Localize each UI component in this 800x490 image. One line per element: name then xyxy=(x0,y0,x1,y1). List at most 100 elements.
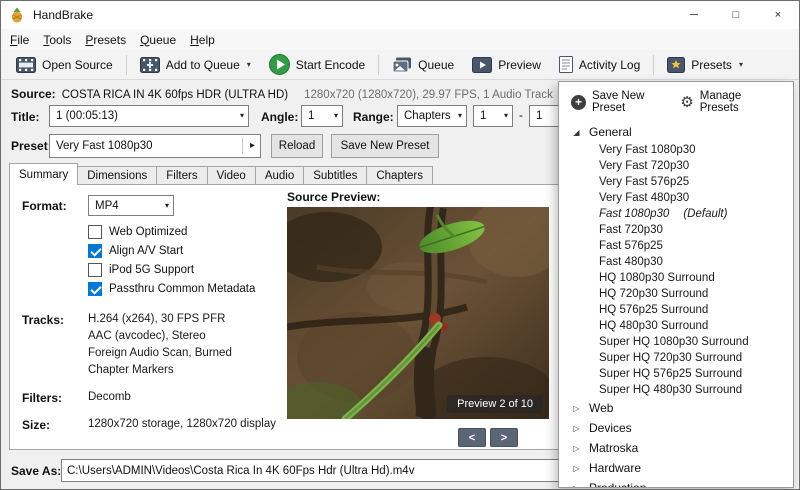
angle-select[interactable]: 1 ▾ xyxy=(301,105,343,127)
preset-item[interactable]: Super HQ 480p30 Surround xyxy=(559,382,793,398)
start-encode-button[interactable]: Start Encode xyxy=(260,51,374,78)
save-as-label: Save As: xyxy=(11,464,61,478)
tree-collapsed-icon: ▷ xyxy=(571,424,582,433)
preset-group-web[interactable]: ▷ Web xyxy=(559,398,793,418)
menu-tools[interactable]: Tools xyxy=(36,31,78,49)
preview-prev-button[interactable]: < xyxy=(458,428,486,447)
preset-item[interactable]: Very Fast 576p25 xyxy=(559,174,793,190)
tree-collapsed-icon: ▷ xyxy=(571,484,582,488)
save-new-preset-button[interactable]: Save New Preset xyxy=(331,134,439,158)
reload-button[interactable]: Reload xyxy=(271,134,323,158)
source-label: Source: xyxy=(11,87,56,101)
preset-label: Preset: xyxy=(11,139,52,153)
preset-item[interactable]: Fast 720p30 xyxy=(559,222,793,238)
preset-select[interactable]: Very Fast 1080p30 ▸ xyxy=(49,134,261,158)
source-details: 1280x720 (1280x720), 29.97 FPS, 1 Audio … xyxy=(304,89,553,101)
activity-log-button[interactable]: Activity Log xyxy=(550,53,649,76)
titlebar: HandBrake ─ □ × xyxy=(1,1,799,29)
preset-item[interactable]: Very Fast 480p30 xyxy=(559,190,793,206)
preset-item[interactable]: HQ 1080p30 Surround xyxy=(559,270,793,286)
presets-button[interactable]: Presets ▾ xyxy=(658,54,752,76)
preset-group-general[interactable]: ◢ General xyxy=(559,122,793,142)
close-button[interactable]: × xyxy=(757,1,799,29)
tab-audio[interactable]: Audio xyxy=(255,166,304,185)
checkbox-box[interactable] xyxy=(88,263,102,277)
tracks-label: Tracks: xyxy=(22,313,64,327)
tab-subtitles[interactable]: Subtitles xyxy=(303,166,367,185)
source-preview-label: Source Preview: xyxy=(287,190,380,204)
size-label: Size: xyxy=(22,418,50,432)
gear-icon: ⚙ xyxy=(680,95,693,110)
minimize-button[interactable]: ─ xyxy=(673,1,715,29)
tree-expanded-icon: ◢ xyxy=(571,128,582,137)
preset-item[interactable]: Super HQ 576p25 Surround xyxy=(559,366,793,382)
save-new-preset-action[interactable]: + Save New Preset xyxy=(571,90,680,114)
preset-group-devices[interactable]: ▷ Devices xyxy=(559,418,793,438)
range-type-select[interactable]: Chapters ▾ xyxy=(397,105,467,127)
checkbox-ipod-5g-support[interactable]: iPod 5G Support xyxy=(88,263,194,277)
presets-panel: + Save New Preset ⚙ Manage Presets ◢ Gen… xyxy=(558,81,794,488)
preset-item[interactable]: HQ 480p30 Surround xyxy=(559,318,793,334)
preset-item[interactable]: HQ 720p30 Surround xyxy=(559,286,793,302)
tab-summary[interactable]: Summary xyxy=(9,163,78,185)
preset-item[interactable]: HQ 576p25 Surround xyxy=(559,302,793,318)
checkbox-align-av-start[interactable]: Align A/V Start xyxy=(88,244,183,258)
checkbox-box[interactable] xyxy=(88,225,102,239)
add-to-queue-button[interactable]: Add to Queue ▾ xyxy=(131,54,260,76)
preset-item[interactable]: Fast 480p30 xyxy=(559,254,793,270)
queue-icon xyxy=(392,57,412,73)
tab-video[interactable]: Video xyxy=(207,166,256,185)
preset-item[interactable]: Fast 576p25 xyxy=(559,238,793,254)
source-name: COSTA RICA IN 4K 60fps HDR (ULTRA HD) xyxy=(62,89,288,101)
open-source-button[interactable]: Open Source xyxy=(7,54,122,76)
checkbox-web-optimized[interactable]: Web Optimized xyxy=(88,225,187,239)
preset-tree: ◢ General Very Fast 1080p30 Very Fast 72… xyxy=(559,122,793,487)
preview-nature-scene xyxy=(287,207,549,419)
queue-button[interactable]: Queue xyxy=(383,54,463,76)
preset-item[interactable]: Very Fast 720p30 xyxy=(559,158,793,174)
toolbar-separator xyxy=(653,55,654,75)
preview-next-button[interactable]: > xyxy=(490,428,518,447)
tab-chapters[interactable]: Chapters xyxy=(366,166,433,185)
preview-button[interactable]: Preview xyxy=(463,54,550,76)
preset-arrow-icon: ▸ xyxy=(250,140,255,151)
preset-item[interactable]: Very Fast 1080p30 xyxy=(559,142,793,158)
tab-dimensions[interactable]: Dimensions xyxy=(77,166,157,185)
tab-filters[interactable]: Filters xyxy=(156,166,207,185)
tab-bar: Summary Dimensions Filters Video Audio S… xyxy=(9,163,432,185)
preset-group-hardware[interactable]: ▷ Hardware xyxy=(559,458,793,478)
tree-collapsed-icon: ▷ xyxy=(571,404,582,413)
checkbox-box[interactable] xyxy=(88,244,102,258)
range-dash: - xyxy=(519,110,523,122)
menu-presets[interactable]: Presets xyxy=(78,31,133,49)
format-select[interactable]: MP4 ▾ xyxy=(88,195,174,216)
chevron-down-icon: ▾ xyxy=(504,111,508,120)
checkbox-passthru-common-metadata[interactable]: Passthru Common Metadata xyxy=(88,282,255,296)
title-select[interactable]: 1 (00:05:13) ▾ xyxy=(49,105,249,127)
range-from-select[interactable]: 1 ▾ xyxy=(473,105,513,127)
preset-item[interactable]: Super HQ 720p30 Surround xyxy=(559,350,793,366)
manage-presets-action[interactable]: ⚙ Manage Presets xyxy=(680,90,783,114)
toolbar-separator xyxy=(378,55,379,75)
toolbar: Open Source Add to Queue ▾ Start Encode xyxy=(1,50,799,80)
preset-item-default[interactable]: Fast 1080p30 (Default) xyxy=(559,206,793,222)
track-line: AAC (avcodec), Stereo xyxy=(88,330,206,342)
chevron-down-icon: ▾ xyxy=(240,111,244,120)
chevron-down-icon: ▾ xyxy=(165,201,169,210)
menu-file[interactable]: File xyxy=(3,31,36,49)
toolbar-separator xyxy=(126,55,127,75)
preset-group-production[interactable]: ▷ Production xyxy=(559,478,793,487)
menubar: File Tools Presets Queue Help xyxy=(1,29,799,50)
title-label: Title: xyxy=(11,110,39,124)
maximize-button[interactable]: □ xyxy=(715,1,757,29)
checkbox-box[interactable] xyxy=(88,282,102,296)
track-line: Chapter Markers xyxy=(88,364,174,376)
chevron-down-icon: ▾ xyxy=(458,111,462,120)
preset-group-matroska[interactable]: ▷ Matroska xyxy=(559,438,793,458)
filters-label: Filters: xyxy=(22,391,62,405)
preset-item[interactable]: Super HQ 1080p30 Surround xyxy=(559,334,793,350)
menu-help[interactable]: Help xyxy=(183,31,222,49)
menu-queue[interactable]: Queue xyxy=(133,31,183,49)
range-label: Range: xyxy=(353,110,394,124)
track-line: H.264 (x264), 30 FPS PFR xyxy=(88,313,225,325)
